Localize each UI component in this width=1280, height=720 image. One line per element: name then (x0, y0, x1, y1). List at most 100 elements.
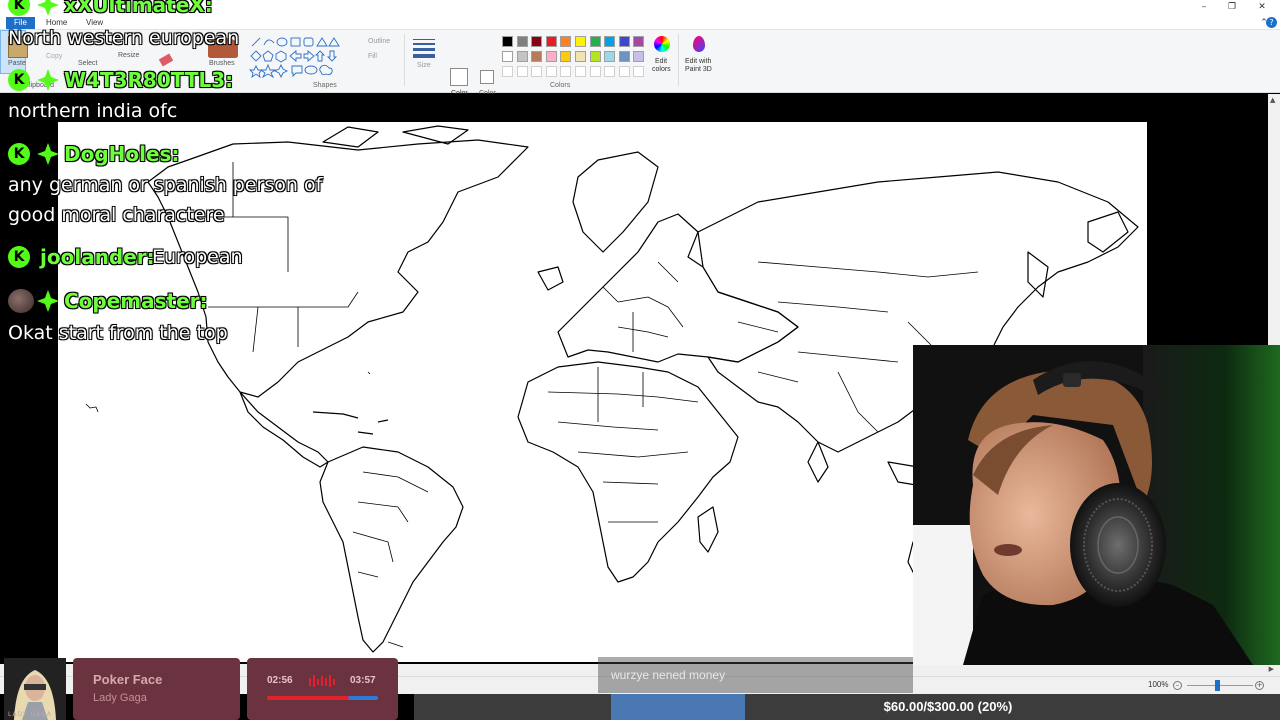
webcam-feed (913, 345, 1280, 665)
color-swatch[interactable] (604, 36, 616, 47)
now-playing-card: Poker Face Lady Gaga (73, 658, 240, 720)
donation-notice: wurzye nened money (598, 657, 913, 693)
edit-paint3d-label-2: Paint 3D (685, 66, 712, 73)
edit-colors-icon[interactable] (654, 36, 670, 52)
zoom-slider-thumb[interactable] (1215, 680, 1220, 691)
chat-username: DogHoles: (64, 142, 180, 166)
kick-badge-icon: K (8, 69, 30, 91)
zoom-level: 100% (1148, 680, 1169, 689)
size-icon[interactable] (413, 39, 435, 58)
south-america-outline (319, 446, 464, 653)
subscriber-badge-icon (37, 290, 59, 312)
color-swatch[interactable] (560, 36, 572, 47)
custom-color-slot[interactable] (633, 66, 645, 77)
playback-time-card: 02:56 03:57 (247, 658, 398, 720)
chat-message: northern india ofc (8, 100, 178, 122)
elapsed-time: 02:56 (267, 675, 293, 686)
kick-badge-icon: K (8, 143, 30, 165)
zoom-out-button[interactable]: – (1173, 681, 1182, 690)
color-swatch[interactable] (502, 51, 513, 62)
subscriber-badge-icon (37, 0, 59, 16)
color-swatch[interactable] (560, 51, 572, 62)
edit-colors-label-2: colors (652, 66, 671, 73)
chat-username: Copemaster: (64, 289, 208, 313)
scroll-up-icon[interactable]: ▲ (1270, 96, 1275, 104)
custom-color-slot[interactable] (545, 66, 557, 77)
chat-message: any german or spanish person of (8, 174, 323, 196)
color-swatch[interactable] (531, 36, 543, 47)
chat-username: joolander: (40, 245, 155, 269)
song-title: Poker Face (93, 672, 163, 687)
zoom-slider[interactable] (1187, 685, 1253, 686)
custom-color-slot[interactable] (604, 66, 616, 77)
color-swatch[interactable] (633, 36, 645, 47)
europe-outline (557, 213, 799, 363)
playback-progress-track (267, 696, 378, 700)
song-artist: Lady Gaga (93, 692, 147, 704)
total-time: 03:57 (350, 675, 376, 686)
color-swatch[interactable] (575, 51, 586, 62)
custom-color-slot[interactable] (560, 66, 572, 77)
resize-label[interactable]: Resize (118, 52, 139, 59)
zoom-in-button[interactable]: + (1255, 681, 1264, 690)
color-swatch[interactable] (633, 51, 645, 62)
color-swatch[interactable] (516, 36, 528, 47)
shapes-gallery[interactable] (248, 36, 348, 78)
album-art: LADY GAGA (4, 658, 66, 720)
brushes-label[interactable]: Brushes (209, 60, 235, 67)
color-swatch[interactable] (604, 51, 616, 62)
scroll-right-icon[interactable]: ▶ (1269, 665, 1274, 673)
album-caption: LADY GAGA (8, 711, 52, 718)
edit-paint3d-label[interactable]: Edit with (685, 58, 711, 65)
donation-goal-bar: $60.00/$300.00 (20%) (414, 694, 1280, 720)
select-label[interactable]: Select (78, 60, 97, 67)
user-avatar (8, 289, 34, 313)
donation-goal-text: $60.00/$300.00 (20%) (883, 699, 1013, 714)
chat-message: good moral charactere (8, 204, 225, 226)
copy-label[interactable]: Copy (46, 53, 62, 60)
color-swatch[interactable] (618, 36, 630, 47)
chat-message: European (152, 246, 243, 268)
custom-color-slot[interactable] (502, 66, 513, 77)
ribbon-divider (678, 34, 679, 86)
color-swatch[interactable] (502, 36, 513, 47)
size-label[interactable]: Size (417, 62, 431, 69)
color-swatch[interactable] (545, 51, 557, 62)
color-swatch[interactable] (589, 51, 601, 62)
paint3d-icon[interactable] (693, 36, 705, 52)
greenland-outline (572, 151, 659, 253)
chat-username: W4T3R80TTL3: (64, 68, 234, 92)
custom-color-slot[interactable] (575, 66, 586, 77)
color-swatch[interactable] (618, 51, 630, 62)
subscriber-badge-icon (37, 69, 59, 91)
donation-notice-text: wurzye nened money (611, 668, 726, 682)
maximize-button[interactable]: ❐ (1218, 0, 1246, 16)
chat-message: Okat start from the top (8, 322, 228, 344)
color1-swatch (450, 68, 468, 86)
chat-message: North western european (8, 27, 240, 49)
custom-color-slot[interactable] (531, 66, 543, 77)
close-button[interactable]: ✕ (1248, 0, 1276, 16)
color-swatch[interactable] (531, 51, 543, 62)
outline-label[interactable]: Outline (368, 38, 390, 45)
custom-color-slot[interactable] (516, 66, 528, 77)
color2-swatch[interactable] (480, 70, 494, 84)
custom-color-slot[interactable] (618, 66, 630, 77)
color-swatch[interactable] (545, 36, 557, 47)
subscriber-badge-icon (37, 143, 59, 165)
streamer-image (913, 345, 1280, 665)
stream-frame: – ❐ ✕ File Home View ⌃ ? Paste Copy Clip… (0, 0, 1280, 720)
minimize-button[interactable]: – (1190, 0, 1218, 16)
kick-badge-icon: K (8, 246, 30, 268)
edit-colors-label[interactable]: Edit (655, 58, 667, 65)
help-icon[interactable]: ? (1266, 17, 1277, 28)
fill-label[interactable]: Fill (368, 53, 377, 60)
colors-group-label: Colors (550, 82, 571, 89)
chat-username: xXUltimateX: (64, 0, 213, 17)
color-swatch[interactable] (575, 36, 586, 47)
color-swatch[interactable] (589, 36, 601, 47)
custom-color-slot[interactable] (589, 66, 601, 77)
color-swatch[interactable] (516, 51, 528, 62)
ribbon-divider (404, 34, 405, 86)
eraser-icon[interactable] (158, 53, 174, 67)
